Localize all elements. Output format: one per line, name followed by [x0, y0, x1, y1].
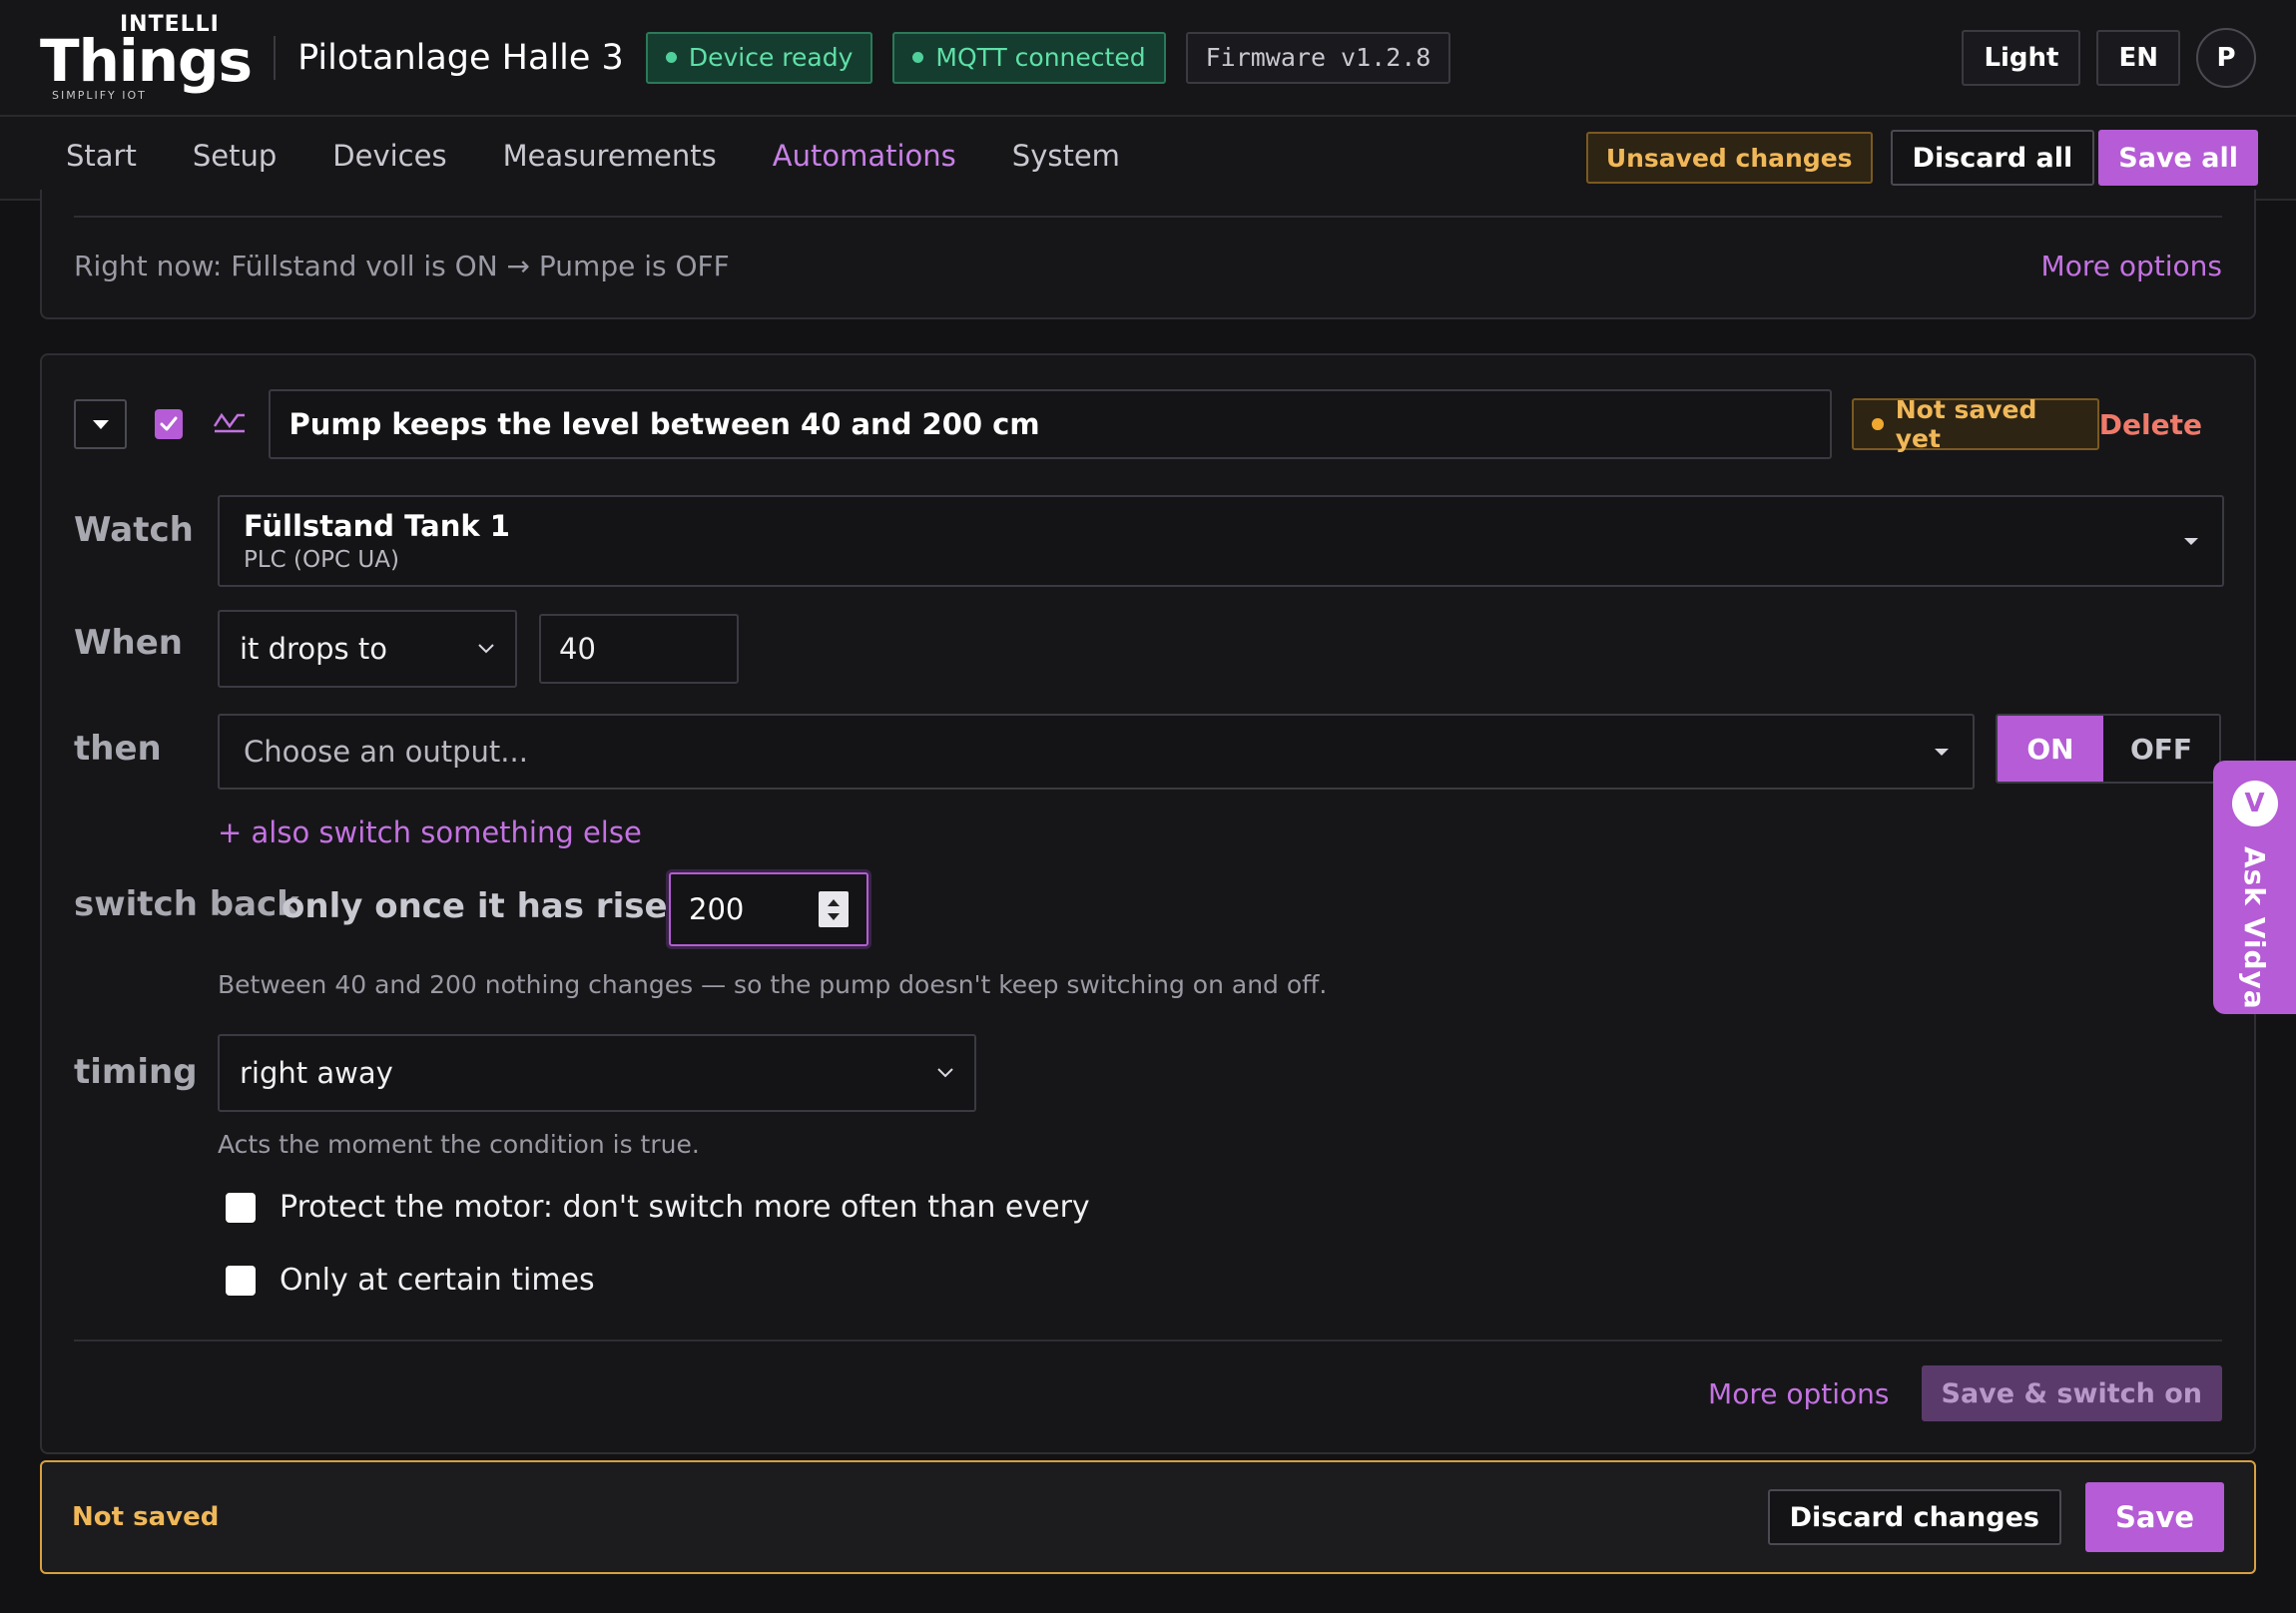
logo-tagline: SIMPLIFY IOT — [52, 89, 147, 102]
unsaved-save-bar: Not saved Discard changes Save — [40, 1460, 2256, 1574]
hysteresis-help-text: Between 40 and 200 nothing changes — so … — [218, 970, 1328, 999]
threshold-value: 40 — [559, 632, 596, 666]
header-divider — [274, 35, 277, 80]
tab-start[interactable]: Start — [38, 117, 165, 199]
switch-back-value-input[interactable]: 200 — [669, 872, 868, 946]
device-status-text: Device ready — [688, 43, 854, 72]
output-placeholder: Choose an output... — [244, 735, 528, 769]
state-off-button[interactable]: OFF — [2103, 716, 2219, 782]
watch-sensor-select[interactable]: Füllstand Tank 1 PLC (OPC UA) — [218, 495, 2224, 587]
spinner-up-icon — [828, 898, 840, 906]
nav-actions: Unsaved changes Discard all Save all — [1585, 117, 2258, 199]
not-saved-badge: Not saved yet — [1852, 395, 2099, 453]
chevron-down-icon — [937, 1068, 953, 1078]
device-status-badge: Device ready — [645, 31, 873, 84]
condition-select[interactable]: it drops to — [218, 610, 517, 688]
logo-main-text: Things — [40, 27, 253, 95]
not-saved-text: Not saved yet — [1895, 395, 2037, 453]
certain-times-option[interactable]: Only at certain times — [226, 1263, 595, 1298]
rule-header: Pump keeps the level between 40 and 200 … — [74, 389, 2222, 459]
divider — [74, 216, 2222, 218]
ask-vidya-tab[interactable]: V Ask Vidya — [2213, 761, 2296, 1014]
previous-rule-card: Right now: Füllstand voll is ON → Pumpe … — [40, 190, 2256, 319]
protect-motor-label: Protect the motor: don't switch more oft… — [280, 1190, 1090, 1225]
status-dot-icon — [912, 52, 924, 63]
main-navigation: Start Setup Devices Measurements Automat… — [0, 117, 2296, 201]
ask-vidya-label: Ask Vidya — [2238, 846, 2271, 1010]
unsaved-changes-badge: Unsaved changes — [1585, 132, 1873, 184]
certain-times-label: Only at certain times — [280, 1263, 595, 1298]
threshold-input[interactable]: 40 — [539, 614, 739, 684]
sensor-source: PLC (OPC UA) — [244, 547, 399, 573]
site-title: Pilotanlage Halle 3 — [297, 37, 624, 78]
chevron-down-icon — [92, 419, 109, 429]
header-actions: Light EN P — [1962, 27, 2256, 88]
tab-setup[interactable]: Setup — [165, 117, 304, 199]
checkmark-icon — [160, 416, 178, 431]
timing-label: timing — [74, 1052, 198, 1092]
rule-footer-actions: More options Save & switch on — [1708, 1365, 2222, 1421]
tab-devices[interactable]: Devices — [304, 117, 474, 199]
timing-help-text: Acts the moment the condition is true. — [218, 1130, 700, 1159]
then-label: then — [74, 729, 162, 769]
save-all-button[interactable]: Save all — [2098, 130, 2258, 186]
watch-sensor-value: Füllstand Tank 1 PLC (OPC UA) — [244, 509, 510, 573]
mqtt-status-text: MQTT connected — [935, 43, 1146, 72]
warning-dot-icon — [1872, 418, 1884, 430]
hysteresis-icon — [213, 410, 247, 438]
intellithings-logo[interactable]: INTELLI Things SIMPLIFY IOT — [40, 14, 253, 102]
when-label: When — [74, 623, 183, 663]
sensor-name: Füllstand Tank 1 — [244, 509, 510, 543]
caret-down-icon — [1935, 748, 1949, 756]
language-button[interactable]: EN — [2096, 29, 2180, 86]
spinner-down-icon — [828, 912, 840, 920]
more-options-link[interactable]: More options — [2041, 250, 2222, 282]
protect-motor-checkbox[interactable] — [226, 1192, 256, 1223]
output-select[interactable]: Choose an output... — [218, 714, 1975, 790]
rule-name-input[interactable]: Pump keeps the level between 40 and 200 … — [269, 389, 1833, 459]
protect-motor-option[interactable]: Protect the motor: don't switch more oft… — [226, 1190, 1090, 1225]
save-button[interactable]: Save — [2084, 1482, 2224, 1552]
status-dot-icon — [665, 52, 677, 63]
number-spinner[interactable] — [819, 891, 849, 927]
output-state-toggle: ON OFF — [1996, 714, 2221, 784]
discard-changes-button[interactable]: Discard changes — [1767, 1489, 2061, 1545]
timing-value: right away — [240, 1056, 393, 1090]
switch-back-value: 200 — [689, 892, 745, 926]
rule-editor-card: Pump keeps the level between 40 and 200 … — [40, 353, 2256, 1454]
timing-select[interactable]: right away — [218, 1034, 976, 1112]
tab-automations[interactable]: Automations — [744, 117, 984, 199]
collapse-button[interactable] — [74, 399, 128, 449]
mqtt-status-badge: MQTT connected — [892, 31, 1166, 84]
state-on-button[interactable]: ON — [1998, 716, 2103, 782]
save-and-switch-on-button[interactable]: Save & switch on — [1921, 1365, 2222, 1421]
rule-enabled-checkbox[interactable] — [155, 409, 184, 439]
switch-back-label: switch back — [74, 884, 299, 924]
user-avatar[interactable]: P — [2196, 27, 2256, 88]
tab-measurements[interactable]: Measurements — [475, 117, 745, 199]
watch-label: Watch — [74, 510, 194, 550]
rule-live-status: Right now: Füllstand voll is ON → Pumpe … — [74, 250, 730, 282]
save-status-text: Not saved — [72, 1502, 220, 1532]
divider — [74, 1340, 2222, 1342]
save-bar-actions: Discard changes Save — [1767, 1482, 2224, 1552]
theme-toggle-button[interactable]: Light — [1962, 29, 2081, 86]
chevron-down-icon — [478, 644, 494, 654]
delete-rule-button[interactable]: Delete — [2099, 408, 2202, 441]
firmware-badge: Firmware v1.2.8 — [1185, 31, 1451, 84]
caret-down-icon — [2184, 537, 2198, 545]
certain-times-checkbox[interactable] — [226, 1265, 256, 1296]
vidya-logo-icon: V — [2231, 781, 2278, 826]
condition-value: it drops to — [240, 632, 387, 666]
more-options-link[interactable]: More options — [1708, 1377, 1889, 1410]
add-output-link[interactable]: + also switch something else — [218, 815, 642, 849]
top-header: INTELLI Things SIMPLIFY IOT Pilotanlage … — [0, 0, 2296, 117]
tab-system[interactable]: System — [984, 117, 1148, 199]
discard-all-button[interactable]: Discard all — [1890, 130, 2095, 186]
